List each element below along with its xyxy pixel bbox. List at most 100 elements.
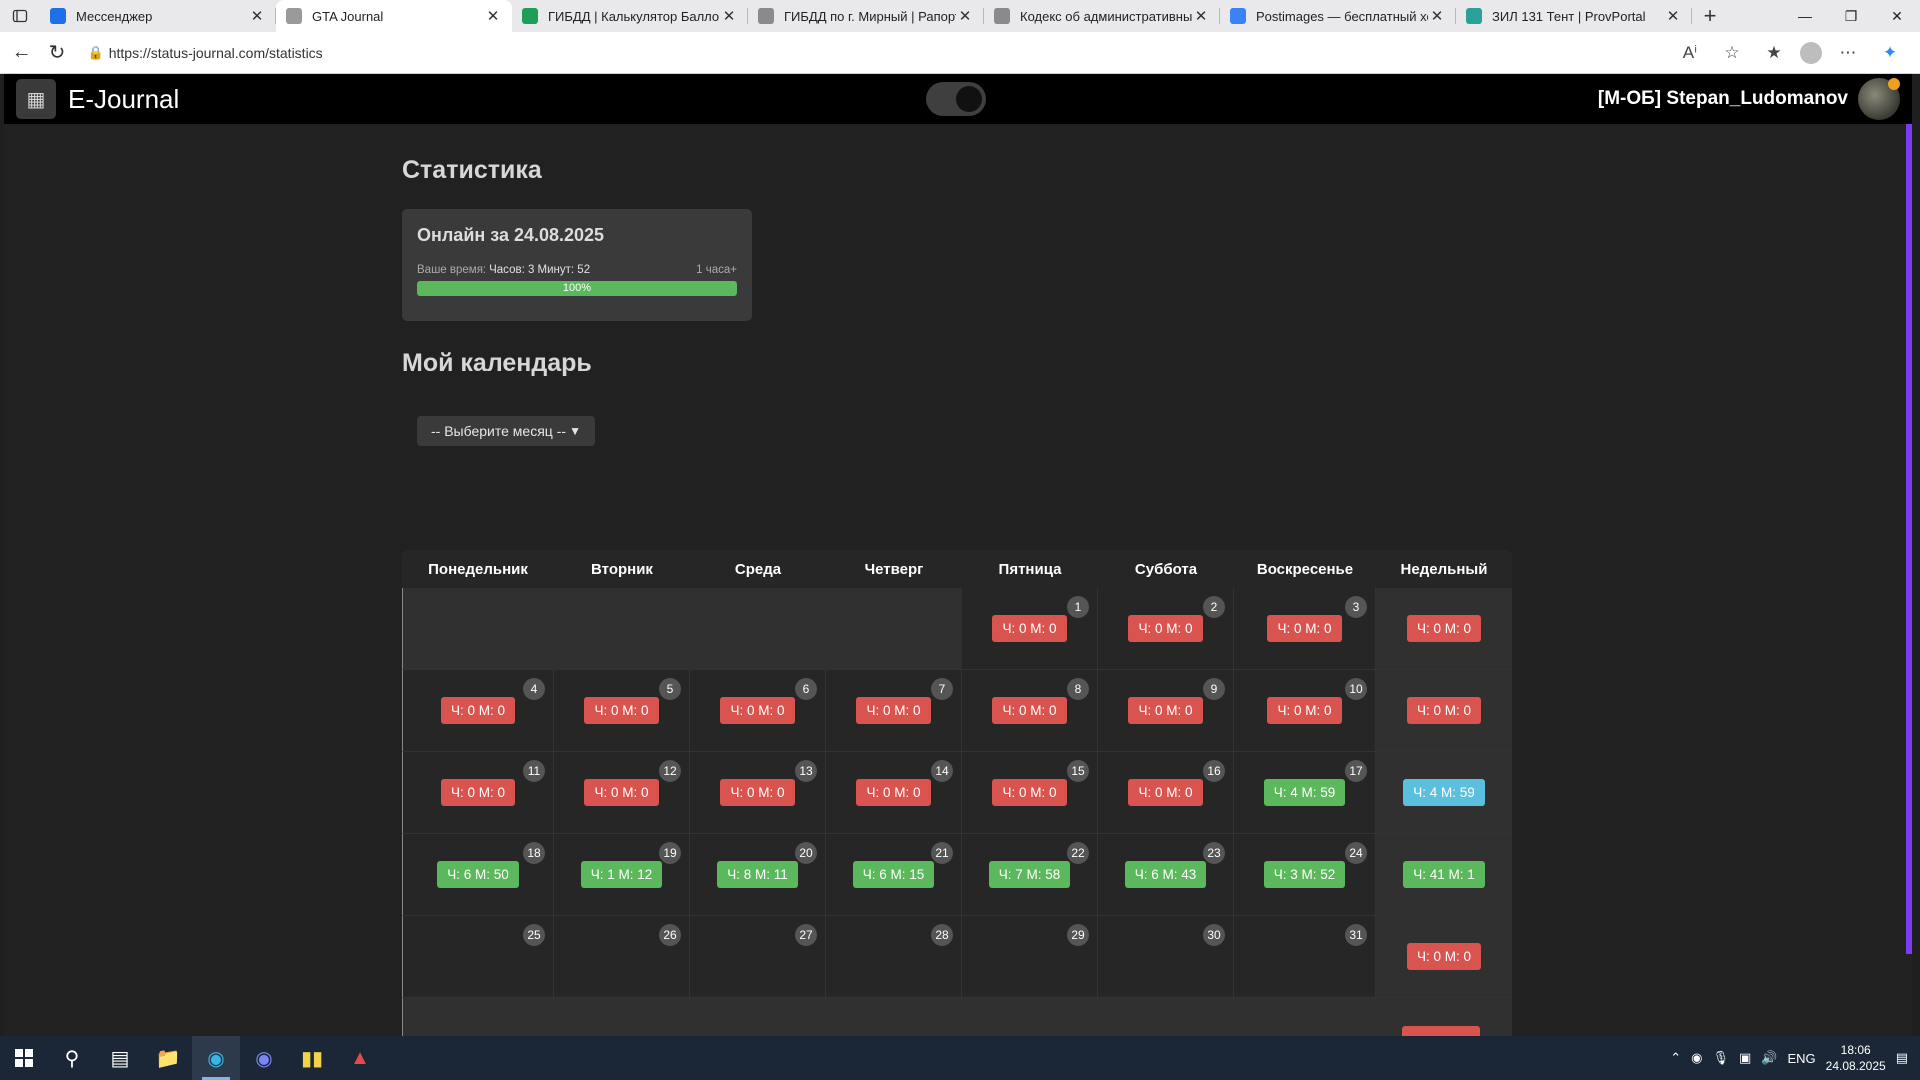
tab-close-icon[interactable]: ✕	[720, 7, 738, 25]
calendar-day-cell[interactable]: 15 Ч: 0 М: 0	[962, 752, 1098, 834]
avatar[interactable]	[1858, 78, 1900, 120]
browser-tab[interactable]: GTA Journal ✕	[276, 0, 512, 32]
tab-close-icon[interactable]: ✕	[1664, 7, 1682, 25]
week-total-cell: Ч: 0 М: 0	[1376, 670, 1512, 752]
windows-taskbar: ⚲ ▤ 📁 ◉ ◉ ▮▮ ▲ ⌃ ◉ 🎙 ▣ 🔊 ENG 18:06 24.08…	[0, 1036, 1920, 1080]
tab-close-icon[interactable]: ✕	[484, 7, 502, 25]
calendar-day-cell[interactable]: 5 Ч: 0 М: 0	[554, 670, 690, 752]
language-indicator[interactable]: ENG	[1787, 1051, 1815, 1066]
calendar-day-cell[interactable]: 27	[690, 916, 826, 998]
car-icon	[758, 8, 774, 24]
brand-title[interactable]: E-Journal	[68, 84, 179, 115]
calendar-day-cell[interactable]: 6 Ч: 0 М: 0	[690, 670, 826, 752]
windows-start-icon[interactable]	[0, 1036, 48, 1080]
calendar-day-cell[interactable]: 21 Ч: 6 М: 15	[826, 834, 962, 916]
calendar-day-cell[interactable]: 1 Ч: 0 М: 0	[962, 588, 1098, 670]
camera-icon[interactable]: ◉	[1691, 1050, 1702, 1066]
browser-tab[interactable]: ЗИЛ 131 Тент | ProvPortal ✕	[1456, 0, 1692, 32]
tab-close-icon[interactable]: ✕	[1192, 7, 1210, 25]
new-tab-button[interactable]: +	[1692, 0, 1728, 32]
task-view-icon[interactable]: ▤	[96, 1036, 144, 1080]
discord-icon[interactable]: ◉	[240, 1036, 288, 1080]
file-explorer-icon[interactable]: 📁	[144, 1036, 192, 1080]
url-field[interactable]: 🔒 https://status-journal.com/statistics	[83, 37, 1674, 69]
back-icon[interactable]: ←	[4, 35, 39, 71]
calendar-day-cell[interactable]: 9 Ч: 0 М: 0	[1098, 670, 1234, 752]
tab-title: Кодекс об административных п	[1020, 8, 1192, 24]
browser-tab[interactable]: Кодекс об административных п ✕	[984, 0, 1220, 32]
copilot-icon[interactable]: ✦	[1874, 37, 1906, 69]
tab-close-icon[interactable]: ✕	[1428, 7, 1446, 25]
day-number: 30	[1203, 924, 1225, 946]
calendar-day-cell[interactable]: 12 Ч: 0 М: 0	[554, 752, 690, 834]
minimize-icon[interactable]: —	[1782, 0, 1828, 32]
day-time-badge: Ч: 0 М: 0	[1267, 697, 1342, 724]
read-aloud-icon[interactable]: Aⁱ	[1674, 37, 1706, 69]
calendar-day-cell[interactable]: 24 Ч: 3 М: 52	[1234, 834, 1376, 916]
calendar-day-cell[interactable]: 16 Ч: 0 М: 0	[1098, 752, 1234, 834]
calendar-day-cell[interactable]: 8 Ч: 0 М: 0	[962, 670, 1098, 752]
calendar-week-row: 4 Ч: 0 М: 0 5 Ч: 0 М: 0 6 Ч: 0 М: 0 7 Ч: 0 М: 0…	[402, 670, 1512, 752]
scrollbar[interactable]	[1906, 124, 1912, 954]
calendar-day-cell[interactable]: 29	[962, 916, 1098, 998]
refresh-icon[interactable]: ↻	[39, 35, 74, 71]
favorites-icon[interactable]: ★	[1758, 37, 1790, 69]
calendar-day-cell[interactable]: 20 Ч: 8 М: 11	[690, 834, 826, 916]
browser-tab[interactable]: Postimages — бесплатный хости✕	[1220, 0, 1456, 32]
calendar-day-cell[interactable]: 4 Ч: 0 М: 0	[402, 670, 554, 752]
calendar-day-cell[interactable]: 3 Ч: 0 М: 0	[1234, 588, 1376, 670]
microphone-icon[interactable]: 🎙	[1712, 1050, 1729, 1066]
edge-icon[interactable]: ◉	[192, 1036, 240, 1080]
theme-toggle[interactable]	[926, 82, 986, 116]
calendar-day-cell[interactable]: 2 Ч: 0 М: 0	[1098, 588, 1234, 670]
calendar-day-cell[interactable]: 26	[554, 916, 690, 998]
chevron-up-icon[interactable]: ⌃	[1670, 1050, 1681, 1066]
calendar-day-cell[interactable]: 14 Ч: 0 М: 0	[826, 752, 962, 834]
month-select[interactable]: -- Выберите месяц -- ▼	[417, 416, 595, 446]
browser-tab[interactable]: ГИБДД | Калькулятор Баллов - С✕	[512, 0, 748, 32]
calendar-day-cell[interactable]: 23 Ч: 6 М: 43	[1098, 834, 1234, 916]
calendar-day-cell[interactable]: 10 Ч: 0 М: 0	[1234, 670, 1376, 752]
profile-icon[interactable]	[1800, 41, 1822, 64]
restore-icon[interactable]: ❐	[1828, 0, 1874, 32]
browser-tab[interactable]: ГИБДД по г. Мирный | Рапорты ✕	[748, 0, 984, 32]
day-time-badge: Ч: 8 М: 11	[717, 861, 798, 888]
calendar-day-cell[interactable]: 7 Ч: 0 М: 0	[826, 670, 962, 752]
tab-close-icon[interactable]: ✕	[956, 7, 974, 25]
close-window-icon[interactable]: ✕	[1874, 0, 1920, 32]
day-number: 16	[1203, 760, 1225, 782]
favorite-star-icon[interactable]: ☆	[1716, 37, 1748, 69]
tab-close-icon[interactable]: ✕	[248, 7, 266, 25]
calendar-day-cell[interactable]: 17 Ч: 4 М: 59	[1234, 752, 1376, 834]
online-title: Онлайн за 24.08.2025	[417, 225, 605, 245]
month-select-value: -- Выберите месяц --	[431, 423, 567, 439]
game-launcher-icon[interactable]: ▮▮	[288, 1036, 336, 1080]
calendar-day-cell[interactable]: 31	[1234, 916, 1376, 998]
calendar-day-cell[interactable]: 13 Ч: 0 М: 0	[690, 752, 826, 834]
calendar-week-row: 11 Ч: 0 М: 0 12 Ч: 0 М: 0 13 Ч: 0 М: 0 14 Ч: 0 …	[402, 752, 1512, 834]
day-time-badge: Ч: 0 М: 0	[584, 697, 659, 724]
calendar-day-cell[interactable]: 19 Ч: 1 М: 12	[554, 834, 690, 916]
more-icon[interactable]: ⋯	[1832, 37, 1864, 69]
network-icon[interactable]: ▣	[1739, 1050, 1751, 1066]
user-menu[interactable]: [M-OБ] Stepan_Ludomanov	[1598, 78, 1900, 120]
volume-icon[interactable]: 🔊	[1761, 1050, 1777, 1066]
tab-title: ГИБДД | Калькулятор Баллов - С	[548, 8, 720, 24]
tab-actions-icon[interactable]	[0, 0, 40, 32]
lock-icon[interactable]: 🔒	[83, 45, 109, 61]
notification-icon[interactable]: ▤	[1896, 1050, 1908, 1066]
provportal-icon	[1466, 8, 1482, 24]
app-launcher-icon[interactable]: ▲	[336, 1036, 384, 1080]
clock[interactable]: 18:06 24.08.2025	[1826, 1042, 1886, 1074]
calendar-day-cell[interactable]: 25	[402, 916, 554, 998]
calendar-day-cell[interactable]: 11 Ч: 0 М: 0	[402, 752, 554, 834]
calendar-day-cell[interactable]: 30	[1098, 916, 1234, 998]
calendar-day-cell[interactable]: 28	[826, 916, 962, 998]
calendar-day-cell[interactable]: 18 Ч: 6 М: 50	[402, 834, 554, 916]
day-time-badge: Ч: 0 М: 0	[856, 779, 931, 806]
browser-tab[interactable]: Мессенджер ✕	[40, 0, 276, 32]
calendar-day-cell[interactable]: 22 Ч: 7 М: 58	[962, 834, 1098, 916]
search-icon[interactable]: ⚲	[48, 1036, 96, 1080]
journal-logo-icon[interactable]: ▦	[16, 79, 56, 119]
day-number: 12	[659, 760, 681, 782]
